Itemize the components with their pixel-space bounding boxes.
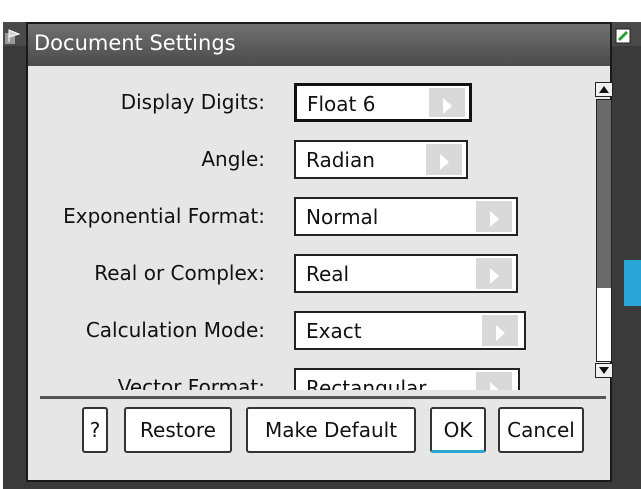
triangle-right-icon[interactable]: [476, 372, 512, 390]
scroll-down-arrow-icon[interactable]: [595, 363, 613, 378]
triangle-right-icon[interactable]: [429, 88, 465, 117]
dialog-title-bar: Document Settings: [28, 24, 610, 66]
triangle-right-icon[interactable]: [476, 258, 512, 289]
triangle-right-icon[interactable]: [476, 201, 512, 232]
button-separator: [40, 396, 606, 399]
vector-format-label: Vector Format:: [117, 375, 265, 390]
document-flag-icon: [5, 29, 21, 44]
make-default-button[interactable]: Make Default: [246, 407, 416, 453]
vector-format-value: Rectangular: [306, 376, 427, 390]
vector-format-dropdown[interactable]: Rectangular: [294, 368, 520, 390]
triangle-right-icon[interactable]: [426, 144, 462, 175]
exponential-format-dropdown[interactable]: Normal: [294, 197, 518, 236]
angle-dropdown[interactable]: Radian: [294, 140, 468, 179]
triangle-right-icon[interactable]: [482, 315, 518, 346]
scroll-up-arrow-icon[interactable]: [595, 82, 613, 97]
calculation-mode-value: Exact: [306, 319, 362, 343]
ok-button[interactable]: OK: [430, 407, 486, 453]
scrollbar-track[interactable]: [596, 99, 612, 362]
display-digits-dropdown[interactable]: Float 6: [294, 83, 472, 122]
battery-status-icon: [615, 28, 631, 44]
angle-label: Angle:: [201, 147, 265, 171]
display-digits-value: Float 6: [307, 92, 376, 116]
display-digits-label: Display Digits:: [120, 90, 265, 114]
dialog-title: Document Settings: [34, 31, 236, 55]
calculation-mode-label: Calculation Mode:: [85, 318, 265, 342]
document-settings-dialog: Document Settings Display Digits: Float …: [26, 22, 613, 482]
scrollbar-thumb[interactable]: [597, 100, 611, 288]
angle-value: Radian: [306, 148, 375, 172]
calculation-mode-dropdown[interactable]: Exact: [294, 311, 526, 350]
real-or-complex-label: Real or Complex:: [94, 261, 265, 285]
background-selection-highlight: [624, 260, 641, 306]
help-button[interactable]: ?: [82, 407, 108, 453]
cancel-button[interactable]: Cancel: [498, 407, 584, 453]
real-or-complex-value: Real: [306, 262, 350, 286]
restore-button[interactable]: Restore: [124, 407, 232, 453]
exponential-format-value: Normal: [306, 205, 379, 229]
exponential-format-label: Exponential Format:: [63, 204, 265, 228]
settings-list: Display Digits: Float 6 Angle: Radian Ex…: [28, 68, 588, 390]
real-or-complex-dropdown[interactable]: Real: [294, 254, 518, 293]
